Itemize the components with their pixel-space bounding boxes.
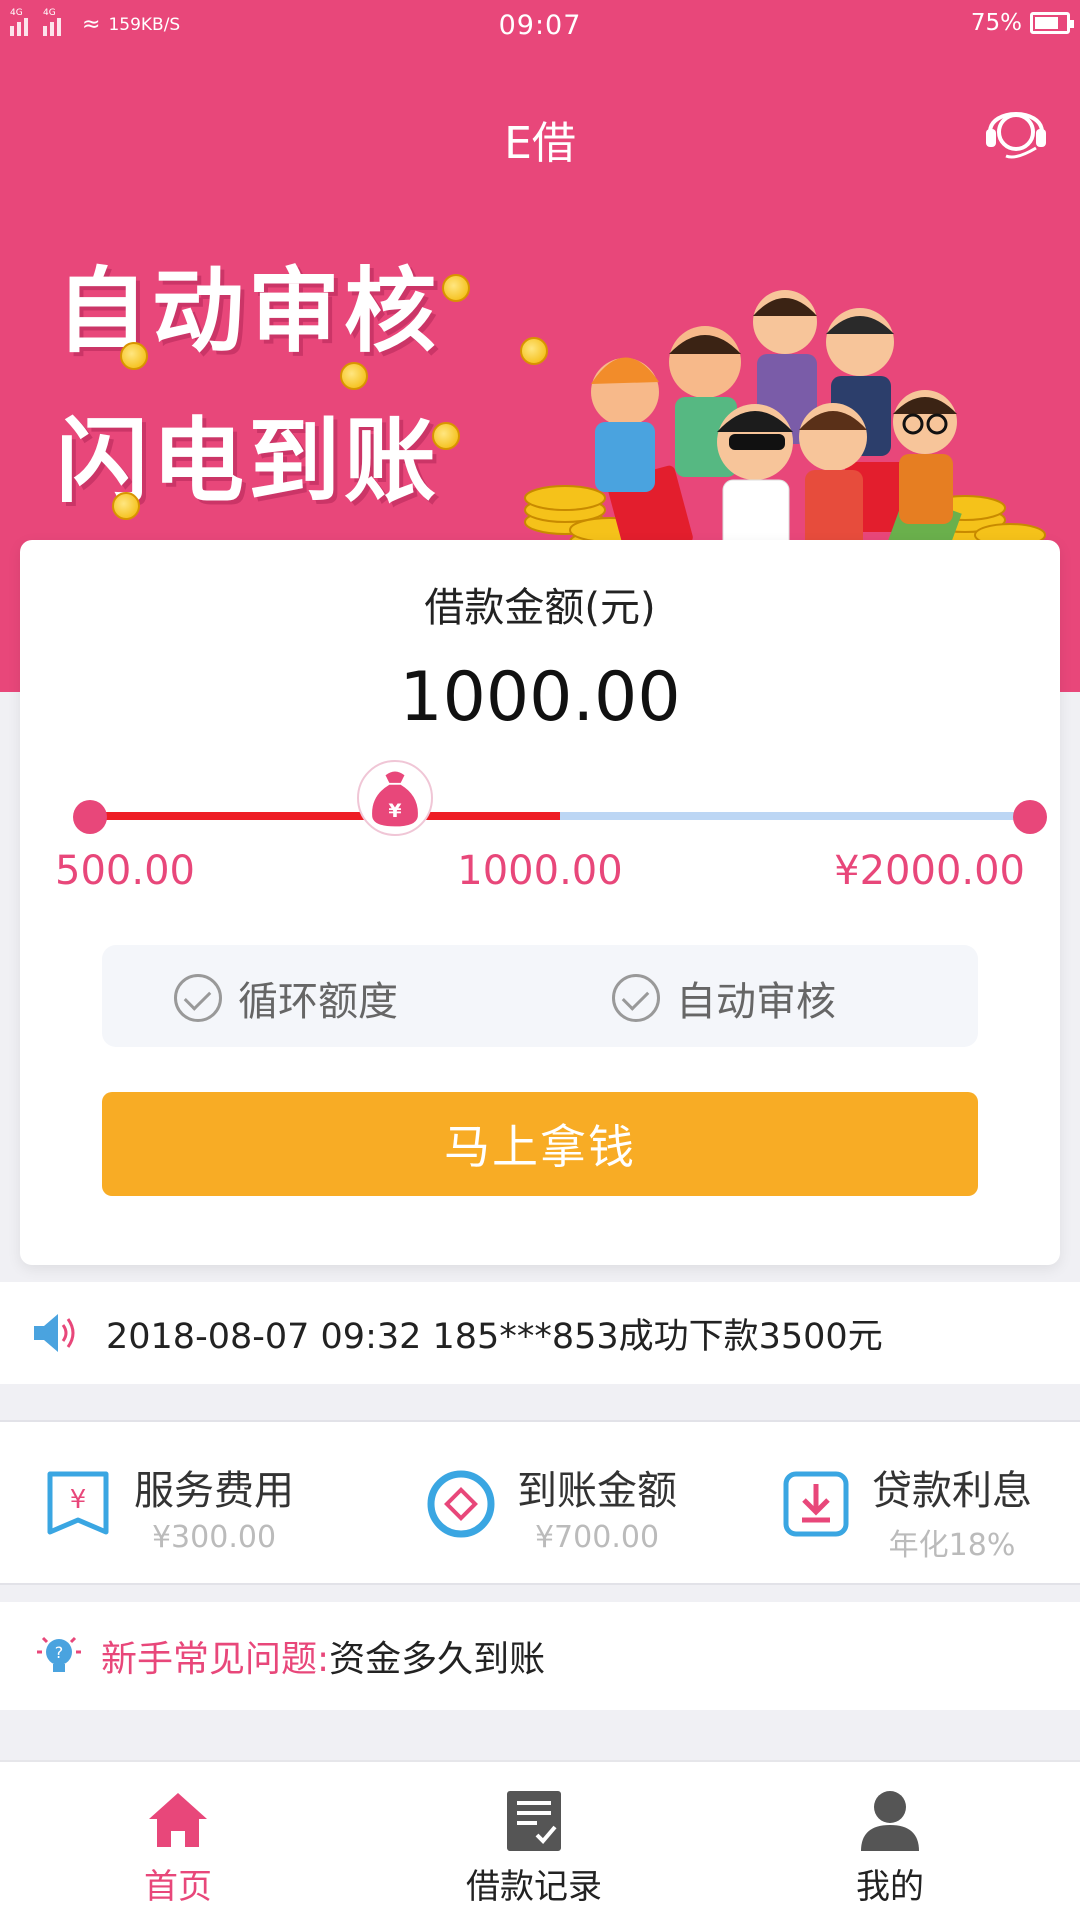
coin-decoration xyxy=(340,362,368,390)
headset-icon[interactable] xyxy=(982,96,1050,164)
user-icon xyxy=(861,1791,919,1851)
coin-decoration xyxy=(112,492,140,520)
fee-value: ¥700.00 xyxy=(534,1520,660,1555)
fee-item-interest: 贷款利息 年化18% xyxy=(780,1458,1032,1564)
svg-text:¥: ¥ xyxy=(389,800,402,822)
fee-item-service: ¥ 服务费用 ¥300.00 xyxy=(42,1458,294,1555)
slider-track-empty xyxy=(560,812,1045,820)
yuan-ticket-icon: ¥ xyxy=(47,1471,109,1535)
bottom-tab-bar: 首页 借款记录 我的 xyxy=(0,1760,1080,1920)
feature-label: 循环额度 xyxy=(238,979,398,1025)
slider-track-filled xyxy=(75,812,560,820)
battery-percent: 75% xyxy=(970,10,1022,36)
faq-question[interactable]: 资金多久到账 xyxy=(329,1630,545,1682)
fee-title: 服务费用 xyxy=(134,1468,294,1514)
fee-value: ¥300.00 xyxy=(151,1520,277,1555)
check-circle-icon xyxy=(174,974,222,1022)
diamond-circle-icon xyxy=(427,1470,495,1538)
home-icon xyxy=(149,1793,207,1847)
app-title: E借 xyxy=(504,118,576,169)
feature-item: 自动审核 xyxy=(612,969,836,1027)
feature-box: 循环额度 自动审核 xyxy=(102,945,978,1047)
feature-label: 自动审核 xyxy=(676,979,836,1025)
download-box-icon xyxy=(783,1471,849,1537)
tab-label: 借款记录 xyxy=(466,1867,602,1907)
lightbulb-question-icon: ? xyxy=(37,1636,81,1672)
status-bar: 4G 4G ≈ 159KB/S 09:07 75% xyxy=(0,0,1080,52)
svg-text:¥: ¥ xyxy=(70,1485,87,1515)
slider-tick-labels: 500.00 1000.00 ¥2000.00 xyxy=(55,848,1025,898)
get-money-button[interactable]: 马上拿钱 xyxy=(102,1092,978,1196)
tab-label: 我的 xyxy=(856,1867,924,1907)
tab-me[interactable]: 我的 xyxy=(790,1787,990,1908)
battery-icon xyxy=(1030,12,1074,34)
records-icon xyxy=(507,1791,561,1851)
battery-level xyxy=(1035,17,1058,29)
loan-amount-slider[interactable]: ¥ xyxy=(73,760,1047,836)
slider-start-dot xyxy=(73,800,107,834)
notice-text: 2018-08-07 09:32 185***853成功下款3500元 xyxy=(106,1316,883,1357)
slider-end-dot xyxy=(1013,800,1047,834)
banner-slogan-line1: 自动审核 xyxy=(56,258,441,365)
fee-summary: ¥ 服务费用 ¥300.00 到账金额 ¥700.00 贷款利息 年化18% xyxy=(0,1420,1080,1585)
feature-item: 循环额度 xyxy=(174,969,398,1027)
check-circle-icon xyxy=(612,974,660,1022)
faq-bar[interactable]: ? 新手常见问题: 资金多久到账 xyxy=(0,1602,1080,1710)
fee-title: 到账金额 xyxy=(517,1468,677,1514)
status-time: 09:07 xyxy=(498,10,582,41)
speaker-icon xyxy=(34,1314,75,1352)
loan-card: 借款金额(元) 1000.00 ¥ 500.00 1000.00 ¥2000.0… xyxy=(20,540,1060,1265)
fee-item-received: 到账金额 ¥700.00 xyxy=(425,1458,677,1555)
tab-home[interactable]: 首页 xyxy=(78,1787,278,1908)
coin-decoration xyxy=(432,422,460,450)
svg-text:?: ? xyxy=(55,1643,64,1662)
fee-value: 年化18% xyxy=(888,1528,1016,1563)
coin-decoration xyxy=(442,274,470,302)
tab-label: 首页 xyxy=(144,1867,212,1907)
status-right: 75% xyxy=(970,10,1074,36)
loan-amount-value: 1000.00 xyxy=(399,658,681,737)
coin-decoration xyxy=(120,342,148,370)
loan-amount-label: 借款金额(元) xyxy=(424,585,656,631)
tab-loan-records[interactable]: 借款记录 xyxy=(434,1787,634,1908)
faq-label: 新手常见问题: xyxy=(101,1639,330,1680)
fee-title: 贷款利息 xyxy=(872,1468,1032,1514)
loan-notice-bar: 2018-08-07 09:32 185***853成功下款3500元 xyxy=(0,1282,1080,1384)
money-bag-icon[interactable]: ¥ xyxy=(357,760,434,836)
slider-max-label: ¥2000.00 xyxy=(834,848,1025,894)
